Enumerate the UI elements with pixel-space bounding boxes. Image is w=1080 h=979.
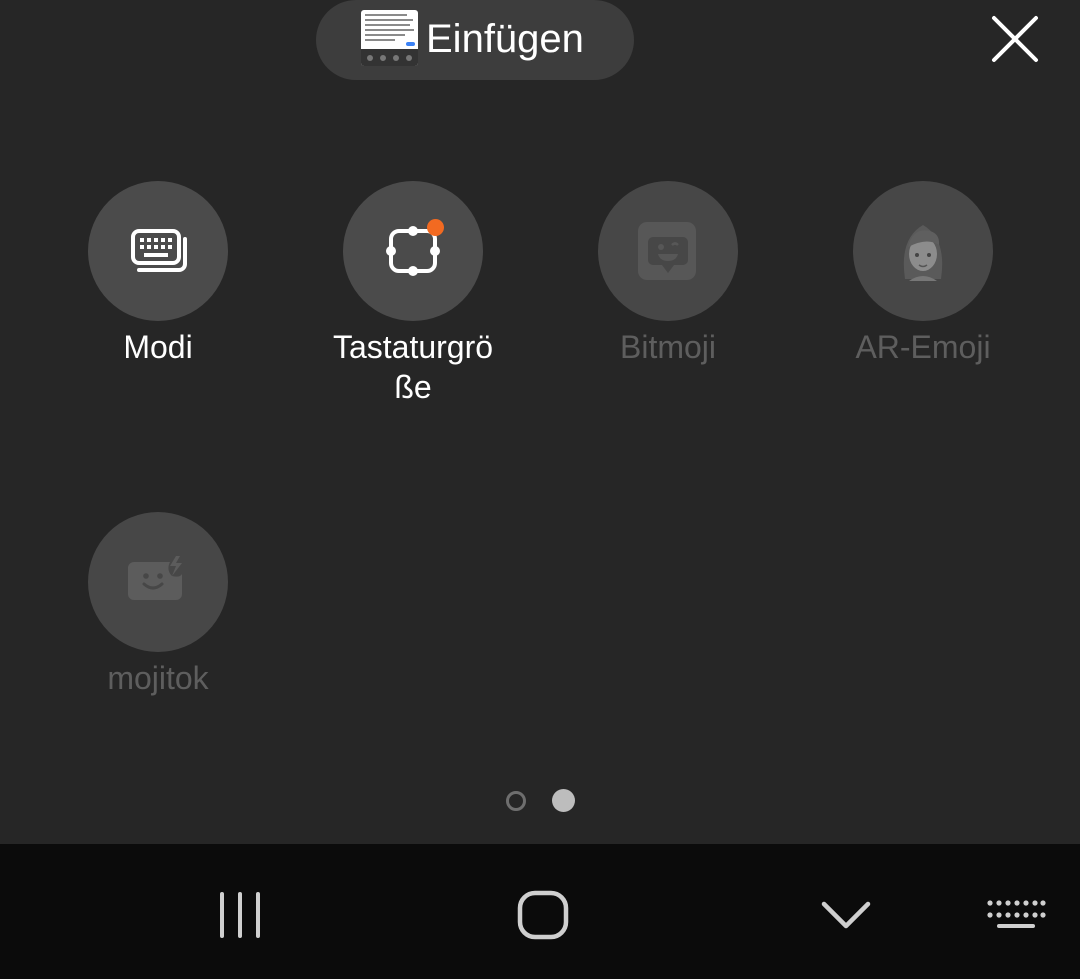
keyboard-size-icon [386, 226, 440, 276]
modes-label: Modi [123, 329, 193, 365]
keyboard-modes-icon [131, 229, 187, 272]
hide-keyboard-button[interactable] [806, 874, 886, 954]
page-indicator [504, 789, 580, 813]
keyboard-toolbar-panel: Einfügen Modi Tastaturgrö ße Bitmoji AR-… [0, 0, 1080, 844]
bitmoji-label: Bitmoji [619, 329, 716, 365]
keyboard-size-button[interactable] [343, 181, 483, 321]
ar-emoji-avatar-icon [903, 225, 943, 281]
ar-emoji-label: AR-Emoji [855, 329, 991, 365]
recents-icon [220, 892, 260, 938]
mojitok-label: mojitok [107, 660, 209, 696]
close-button[interactable] [985, 9, 1045, 69]
bitmoji-button[interactable] [598, 181, 738, 321]
ar-emoji-item[interactable]: AR-Emoji [803, 181, 1043, 367]
paste-clipboard-button[interactable]: Einfügen [316, 0, 634, 80]
modes-item[interactable]: Modi [38, 181, 278, 367]
home-button[interactable] [503, 874, 583, 954]
page-dot-2-active[interactable] [552, 789, 575, 812]
paste-label: Einfügen [426, 17, 584, 61]
mojitok-button[interactable] [88, 512, 228, 652]
system-navigation-bar [0, 844, 1080, 979]
modes-button[interactable] [88, 181, 228, 321]
ar-emoji-button[interactable] [853, 181, 993, 321]
keyboard-switch-icon [987, 900, 1046, 928]
bitmoji-icon [638, 222, 696, 280]
hide-keyboard-chevron-icon [821, 901, 871, 929]
new-badge [427, 219, 444, 236]
close-icon [992, 16, 1038, 62]
recents-button[interactable] [200, 874, 280, 954]
home-icon [517, 890, 569, 940]
clipboard-thumbnail [361, 10, 418, 66]
page-dot-1[interactable] [506, 791, 526, 811]
mojitok-item[interactable]: mojitok [38, 512, 278, 698]
bitmoji-item[interactable]: Bitmoji [548, 181, 788, 367]
keyboard-size-label: Tastaturgrö ße [332, 329, 494, 405]
keyboard-size-item[interactable]: Tastaturgrö ße [293, 181, 533, 407]
mojitok-icon [128, 556, 182, 600]
keyboard-switch-button[interactable] [980, 889, 1050, 939]
